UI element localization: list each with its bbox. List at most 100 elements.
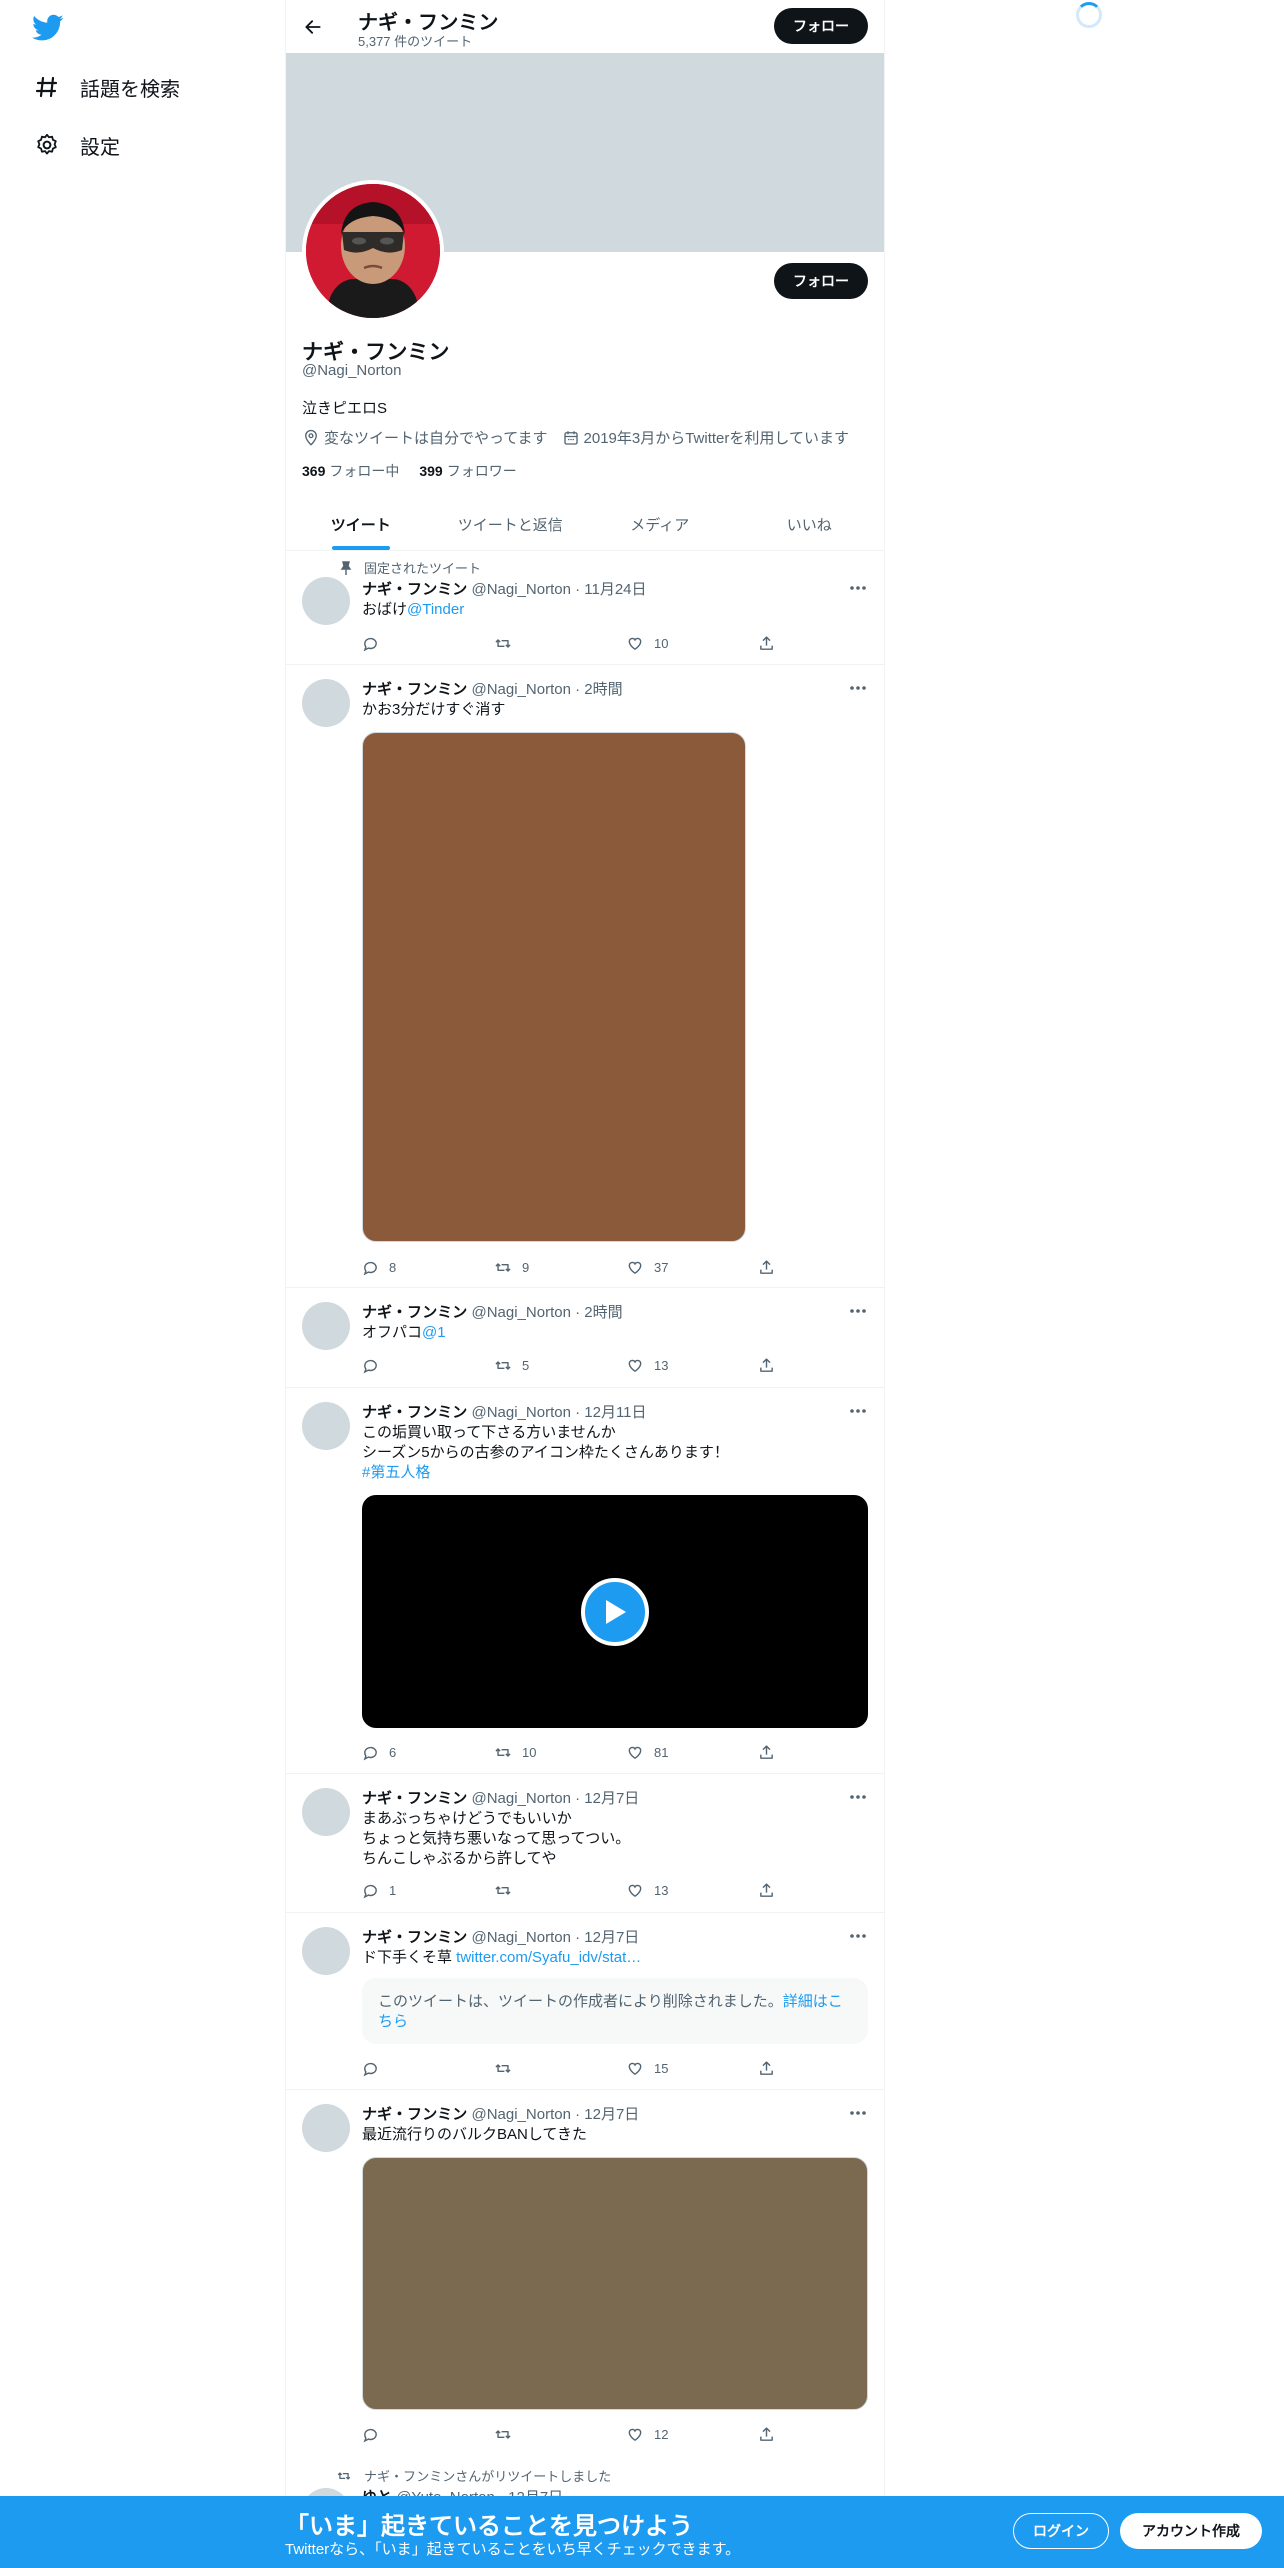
- tweet[interactable]: ナギ・フンミン @Nagi_Norton · 12月7日 最近流行りのバルクBA…: [286, 2090, 884, 2503]
- reply-button[interactable]: [362, 633, 442, 653]
- author-meta[interactable]: @Nagi_Norton · 12月7日: [471, 1790, 639, 1807]
- tweet[interactable]: ナギ・フンミン @Nagi_Norton · 12月7日 まあぶっちゃけどうでも…: [286, 1774, 884, 1913]
- avatar[interactable]: [302, 2104, 350, 2152]
- back-arrow-icon[interactable]: [296, 10, 330, 44]
- mention-link[interactable]: @1: [422, 1324, 446, 1341]
- author-name[interactable]: ナギ・フンミン: [362, 1304, 467, 1321]
- tweet[interactable]: ナギ・フンミン @Nagi_Norton · 12月7日 ド下手くそ草 twit…: [286, 1913, 884, 2090]
- avatar[interactable]: [302, 679, 350, 727]
- tweet[interactable]: ナギ・フンミン @Nagi_Norton · 2時間 かお3分だけすぐ消す 8 …: [286, 665, 884, 1288]
- like-button[interactable]: 15: [626, 2058, 706, 2078]
- avatar[interactable]: [302, 1788, 350, 1836]
- tweet-text-line: この垢買い取って下さる方いませんか: [362, 1424, 616, 1441]
- reply-button[interactable]: 6: [362, 1742, 442, 1762]
- deleted-quote-text: このツイートは、ツイートの作成者により削除されました。: [378, 1993, 783, 2010]
- reply-button[interactable]: 1: [362, 1880, 442, 1900]
- avatar[interactable]: [302, 577, 350, 625]
- more-icon[interactable]: [848, 1301, 868, 1321]
- author-name[interactable]: ナギ・フンミン: [362, 1929, 467, 1946]
- reply-button[interactable]: [362, 2058, 442, 2078]
- reply-button[interactable]: [362, 1355, 442, 1375]
- tweet-video[interactable]: [362, 1495, 868, 1728]
- like-button[interactable]: 13: [626, 1880, 706, 1900]
- profile-follow-button[interactable]: フォロー: [774, 263, 868, 299]
- login-button[interactable]: ログイン: [1013, 2513, 1109, 2549]
- hashtag-link[interactable]: #第五人格: [362, 1463, 729, 1483]
- share-button[interactable]: [758, 1742, 778, 1762]
- more-icon[interactable]: [848, 1926, 868, 1946]
- mention-link[interactable]: @Tinder: [407, 601, 464, 618]
- like-button[interactable]: 81: [626, 1742, 706, 1762]
- like-button[interactable]: 12: [626, 2424, 706, 2444]
- author-name[interactable]: ナギ・フンミン: [362, 2106, 467, 2123]
- author-meta[interactable]: @Nagi_Norton · 12月7日: [471, 2106, 639, 2123]
- followers-link[interactable]: 399 フォロワー: [419, 461, 516, 481]
- avatar[interactable]: [302, 1302, 350, 1350]
- header-follow-button[interactable]: フォロー: [774, 8, 868, 44]
- author-meta[interactable]: @Nagi_Norton · 2時間: [471, 681, 622, 698]
- like-button[interactable]: 37: [626, 1257, 706, 1277]
- retweet-button[interactable]: [494, 633, 574, 653]
- tab-media[interactable]: メディア: [585, 498, 735, 550]
- heart-icon: [628, 2062, 642, 2075]
- tweet-header: ナギ・フンミン @Nagi_Norton · 12月7日: [362, 2103, 639, 2124]
- retweet-button[interactable]: 5: [494, 1355, 574, 1375]
- tweet[interactable]: 固定されたツイート ナギ・フンミン @Nagi_Norton · 11月24日 …: [286, 551, 884, 665]
- tweet-image[interactable]: [362, 732, 746, 1242]
- profile-meta: 変なツイートは自分でやってます 2019年3月からTwitterを利用しています: [302, 427, 863, 448]
- retweet-button[interactable]: [494, 1880, 574, 1900]
- tab-tweets-and-replies[interactable]: ツイートと返信: [436, 498, 586, 550]
- author-meta[interactable]: @Nagi_Norton · 12月11日: [471, 1404, 646, 1421]
- author-name[interactable]: ナギ・フンミン: [362, 1404, 467, 1421]
- reply-button[interactable]: 8: [362, 1257, 442, 1277]
- heart-icon: [628, 1746, 642, 1759]
- retweet-button[interactable]: [494, 2424, 574, 2444]
- profile-header-bar: ナギ・フンミン 5,377 件のツイート フォロー: [286, 0, 884, 53]
- tweet-text-line: シーズン5からの古参のアイコン枠たくさんあります！: [362, 1444, 729, 1461]
- url-link[interactable]: twitter.com/Syafu_idv/stat…: [456, 1949, 641, 1966]
- signup-bottom-bar: 「いま」起きていることを見つけよう Twitterなら、「いま」起きていることを…: [0, 2496, 1284, 2568]
- share-button[interactable]: [758, 2424, 778, 2444]
- share-button[interactable]: [758, 1257, 778, 1277]
- author-meta[interactable]: @Nagi_Norton · 2時間: [471, 1304, 622, 1321]
- like-button[interactable]: 13: [626, 1355, 706, 1375]
- like-button[interactable]: 10: [626, 633, 706, 653]
- avatar[interactable]: [302, 1402, 350, 1450]
- share-button[interactable]: [758, 1355, 778, 1375]
- tweet[interactable]: ナギ・フンミン @Nagi_Norton · 2時間 オフパコ@1 5 13: [286, 1288, 884, 1388]
- more-icon[interactable]: [848, 1787, 868, 1807]
- retweet-button[interactable]: 10: [494, 1742, 574, 1762]
- like-count: 15: [654, 2060, 669, 2076]
- more-icon[interactable]: [848, 578, 868, 598]
- more-icon[interactable]: [848, 2103, 868, 2123]
- retweet-button[interactable]: [494, 2058, 574, 2078]
- reply-icon: [363, 637, 377, 651]
- share-button[interactable]: [758, 2058, 778, 2078]
- author-meta[interactable]: @Nagi_Norton · 12月7日: [471, 1929, 639, 1946]
- profile-tabs: ツイート ツイートと返信 メディア いいね: [286, 498, 884, 551]
- reply-button[interactable]: [362, 2424, 442, 2444]
- author-name[interactable]: ナギ・フンミン: [362, 681, 467, 698]
- avatar[interactable]: [302, 1927, 350, 1975]
- more-icon[interactable]: [848, 1401, 868, 1421]
- learn-more-link[interactable]: 詳細はこ: [783, 1993, 843, 2010]
- share-button[interactable]: [758, 633, 778, 653]
- nav-settings[interactable]: 設定: [34, 123, 120, 167]
- more-icon[interactable]: [848, 678, 868, 698]
- following-link[interactable]: 369 フォロー中: [302, 461, 399, 481]
- nav-explore[interactable]: 話題を検索: [34, 65, 180, 109]
- tab-tweets[interactable]: ツイート: [286, 498, 436, 550]
- tab-likes[interactable]: いいね: [735, 498, 885, 550]
- tweet[interactable]: ナギ・フンミン @Nagi_Norton · 12月11日 この垢買い取って下さ…: [286, 1388, 884, 1774]
- twitter-bird-icon[interactable]: [32, 14, 64, 42]
- share-button[interactable]: [758, 1880, 778, 1900]
- tweet-image[interactable]: [362, 2157, 868, 2410]
- signup-button[interactable]: アカウント作成: [1120, 2513, 1262, 2549]
- retweet-button[interactable]: 9: [494, 1257, 574, 1277]
- play-icon[interactable]: [581, 1577, 649, 1646]
- profile-avatar[interactable]: [302, 180, 444, 322]
- author-name[interactable]: ナギ・フンミン: [362, 581, 467, 598]
- learn-more-link-cont[interactable]: ちら: [378, 2013, 408, 2030]
- author-name[interactable]: ナギ・フンミン: [362, 1790, 467, 1807]
- author-meta[interactable]: @Nagi_Norton · 11月24日: [471, 581, 646, 598]
